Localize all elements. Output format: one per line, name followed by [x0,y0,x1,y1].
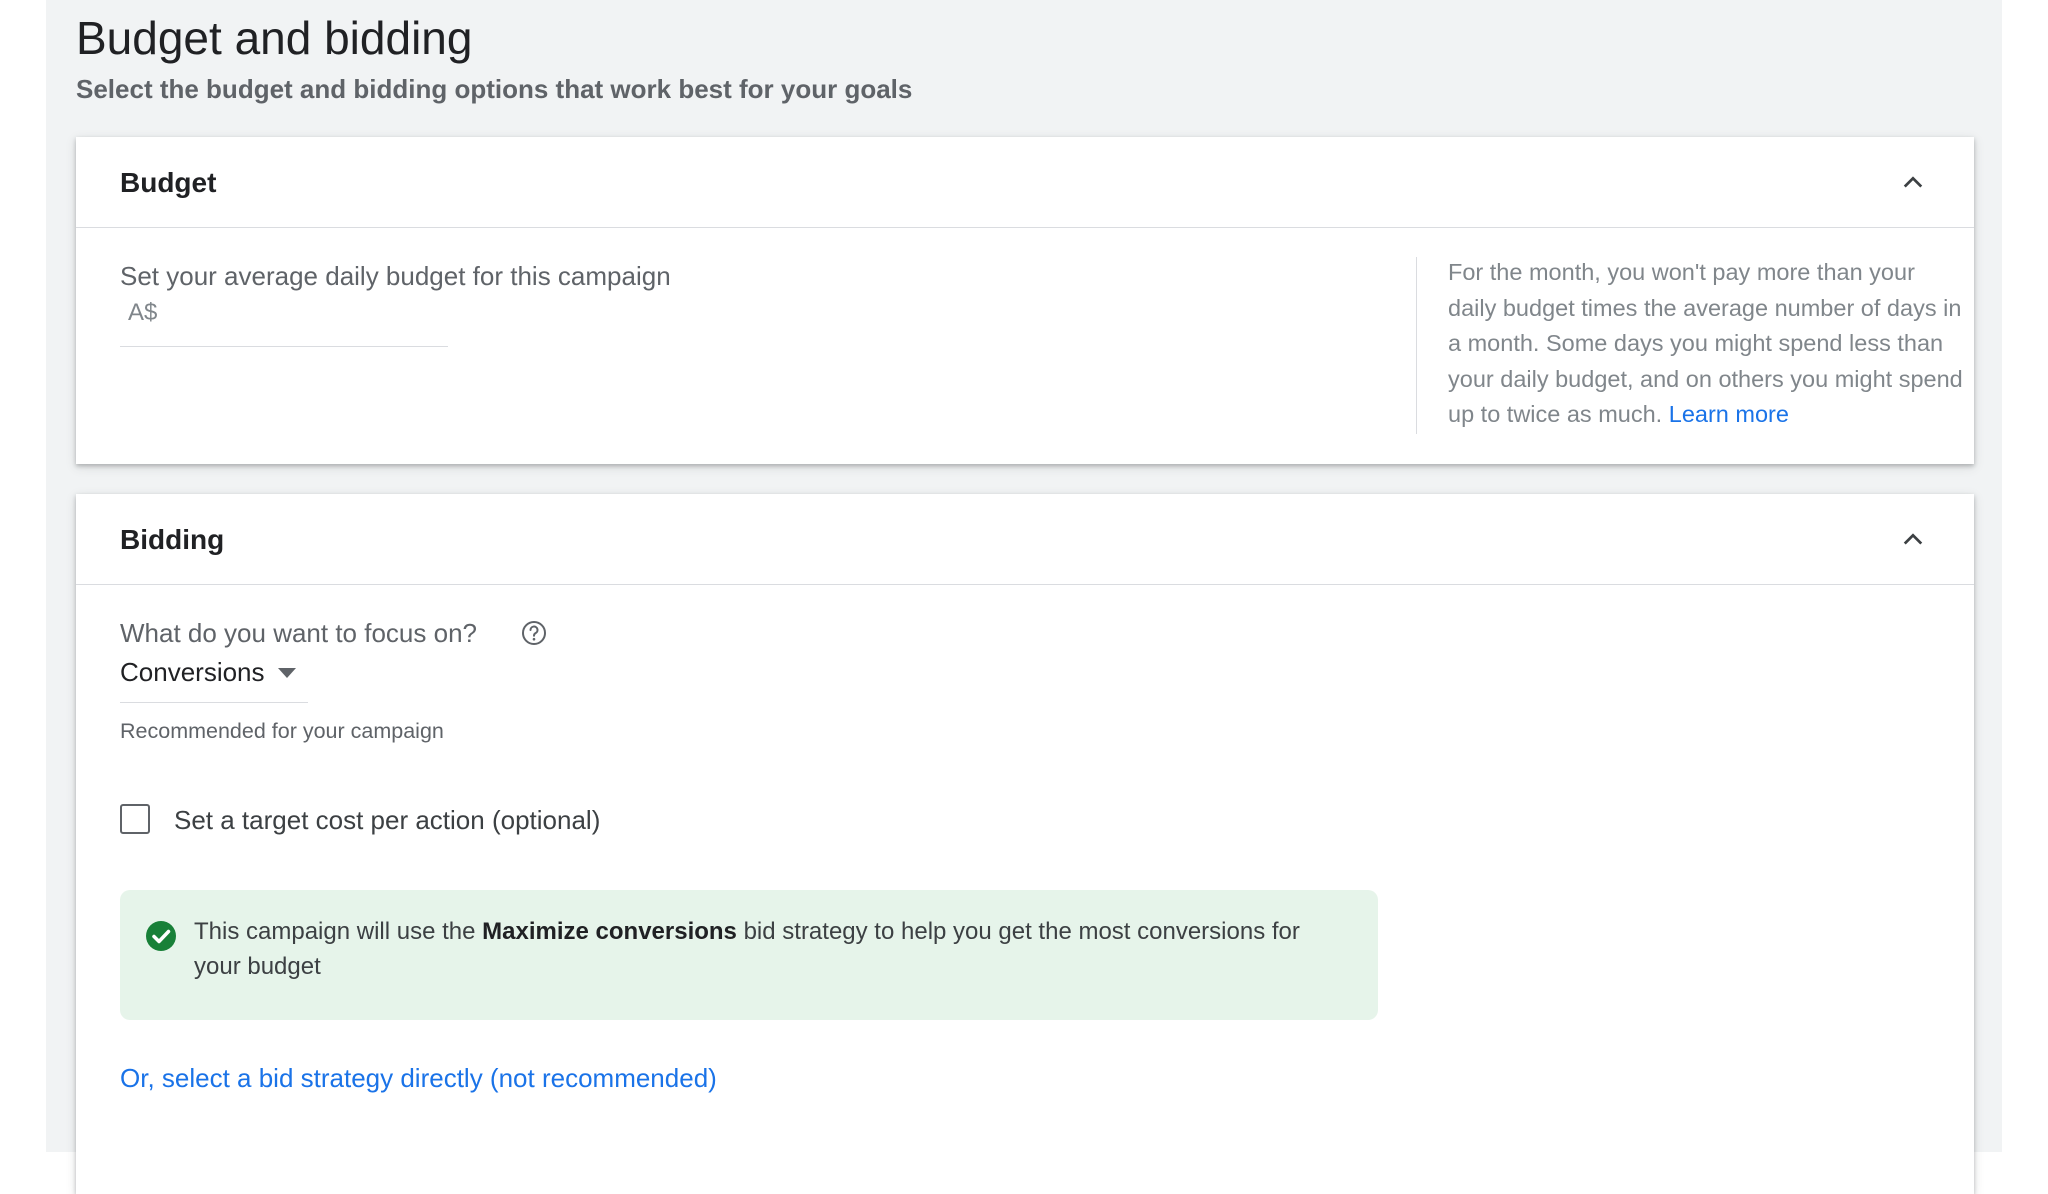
select-bid-strategy-link[interactable]: Or, select a bid strategy directly (not … [120,1060,717,1096]
check-circle-icon [146,921,176,951]
focus-question-label: What do you want to focus on? [120,618,477,648]
bidding-card: Bidding What do you want to focus on? Co… [76,494,1974,1194]
info-strategy-name: Maximize conversions [482,918,737,945]
caret-down-icon [278,668,296,678]
bidding-card-header[interactable]: Bidding [76,494,1974,585]
focus-dropdown[interactable]: Conversions [120,654,308,703]
budget-help-text: For the month, you won't pay more than y… [1448,255,1968,433]
bidding-card-title: Bidding [120,524,225,555]
chevron-up-icon[interactable] [1902,171,1924,193]
bid-strategy-info-text: This campaign will use the Maximize conv… [194,914,1334,984]
chevron-up-icon[interactable] [1902,528,1924,550]
help-circle-icon[interactable] [520,619,548,647]
page-subtitle: Select the budget and bidding options th… [76,74,913,104]
daily-budget-input[interactable] [120,346,448,347]
currency-prefix: A$ [128,299,158,326]
focus-dropdown-value: Conversions [120,657,265,687]
budget-divider [1416,257,1417,434]
budget-card-title: Budget [120,167,217,198]
bid-strategy-info-box: This campaign will use the Maximize conv… [120,890,1378,1020]
learn-more-link[interactable]: Learn more [1669,401,1789,427]
recommended-note: Recommended for your campaign [120,719,444,743]
target-cpa-checkbox[interactable] [120,804,150,834]
budget-card-header[interactable]: Budget [76,137,1974,228]
budget-card: Budget Set your average daily budget for… [76,137,1974,464]
target-cpa-label[interactable]: Set a target cost per action (optional) [174,802,600,838]
budget-bidding-page: Budget and bidding Select the budget and… [46,0,2002,1194]
info-text-prefix: This campaign will use the [194,918,483,945]
page-title: Budget and bidding [76,12,473,64]
daily-budget-label: Set your average daily budget for this c… [120,261,671,291]
